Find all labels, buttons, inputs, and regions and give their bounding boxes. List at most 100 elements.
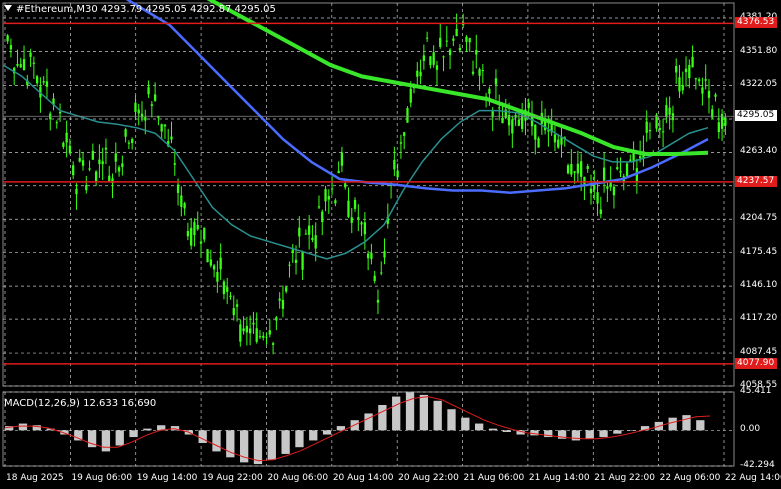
candle-body — [235, 304, 239, 307]
candle-body — [6, 35, 9, 42]
candle-body — [586, 166, 589, 169]
candle-body — [432, 52, 435, 65]
candle-body — [704, 79, 707, 81]
macd-histogram-bar — [281, 430, 290, 454]
candle-body — [144, 117, 147, 121]
macd-histogram-bar — [530, 430, 539, 436]
candle-body — [347, 200, 350, 217]
candle-body — [619, 170, 622, 173]
candle-body — [108, 175, 111, 181]
candle-body — [75, 188, 78, 195]
candle-body — [72, 165, 75, 176]
candle-body — [271, 343, 275, 345]
candle-body — [498, 107, 501, 109]
candle-body — [675, 66, 678, 73]
candle-body — [245, 325, 249, 333]
candle-body — [478, 69, 481, 76]
time-axis-label: 20 Aug 14:00 — [332, 473, 394, 483]
candle-body — [465, 36, 468, 43]
candle-body — [150, 104, 153, 106]
candle-body — [330, 188, 334, 190]
candle-body — [252, 322, 255, 325]
candle-body — [262, 335, 265, 338]
candle-body — [9, 45, 13, 50]
candle-body — [281, 299, 285, 309]
candle-body — [222, 281, 226, 295]
candle-body — [35, 76, 39, 84]
candle-body — [557, 139, 560, 148]
candle-body — [570, 163, 573, 175]
candle-body — [425, 37, 429, 39]
candle-body — [403, 132, 406, 136]
candle-body — [602, 167, 606, 181]
candle-body — [219, 257, 222, 270]
macd-histogram-bar — [668, 417, 677, 431]
candle-body — [176, 184, 180, 193]
candle-body — [29, 52, 32, 57]
candle-body — [242, 328, 245, 332]
candle-body — [180, 195, 183, 207]
candle-body — [406, 108, 409, 123]
candle-body — [265, 336, 268, 338]
time-axis-label: 22 Aug 06:00 — [659, 473, 721, 483]
candle-body — [311, 237, 314, 240]
candle-body — [353, 199, 357, 209]
level-price-badge: 4237.57 — [735, 175, 777, 187]
candle-body — [576, 163, 580, 174]
candle-body — [193, 222, 196, 236]
candle-body — [566, 165, 570, 174]
candle-body — [78, 157, 81, 162]
candle-body — [285, 287, 288, 292]
candle-body — [360, 222, 363, 225]
candle-body — [625, 163, 629, 176]
time-axis-label: 18 Aug 2025 — [6, 473, 64, 483]
candle-body — [517, 119, 521, 126]
candle-body — [678, 77, 681, 92]
candle-body — [229, 295, 232, 297]
time-axis-label: 20 Aug 22:00 — [398, 473, 459, 483]
price-axis-tick: 4175.45 — [740, 246, 778, 257]
candle-body — [694, 78, 698, 80]
candle-body — [131, 139, 134, 143]
candle-body — [88, 168, 91, 170]
candle-body — [668, 107, 671, 115]
candle-body — [104, 147, 108, 150]
candle-body — [317, 206, 321, 208]
candle-body — [589, 188, 593, 194]
macd-histogram-bar — [696, 420, 705, 431]
macd-histogram-bar — [198, 430, 207, 443]
candle-body — [134, 102, 137, 112]
macd-histogram-bar — [447, 409, 456, 431]
candle-body — [186, 231, 190, 237]
time-axis-label: 21 Aug 06:00 — [463, 473, 525, 483]
candle-body — [249, 328, 252, 334]
candle-body — [81, 160, 85, 166]
candle-body — [117, 167, 121, 172]
candle-body — [527, 102, 530, 109]
candle-body — [212, 265, 216, 270]
macd-indicator-label: MACD(12,26,9) 12.633 16.690 — [4, 398, 157, 409]
macd-histogram-bar — [405, 392, 415, 431]
candle-body — [301, 252, 304, 270]
candle-body — [442, 56, 445, 58]
macd-histogram-bar — [461, 417, 470, 431]
candle-body — [308, 225, 311, 235]
candle-body — [380, 272, 383, 274]
candle-body — [724, 117, 727, 126]
candle-body — [511, 119, 514, 134]
candle-body — [19, 64, 22, 68]
price-chart[interactable] — [0, 0, 781, 489]
macd-histogram-bar — [212, 430, 221, 452]
candle-body — [160, 124, 163, 132]
macd-histogram-bar — [475, 423, 484, 431]
macd-histogram-bar — [392, 396, 401, 431]
level-price-badge: 4376.53 — [735, 17, 777, 29]
dropdown-arrow-icon[interactable] — [4, 5, 12, 11]
candle-body — [435, 65, 439, 70]
candle-body — [639, 156, 642, 159]
candle-body — [606, 186, 609, 189]
candle-body — [471, 71, 475, 74]
candle-body — [439, 37, 442, 47]
candle-body — [124, 129, 127, 137]
candle-body — [684, 68, 688, 73]
